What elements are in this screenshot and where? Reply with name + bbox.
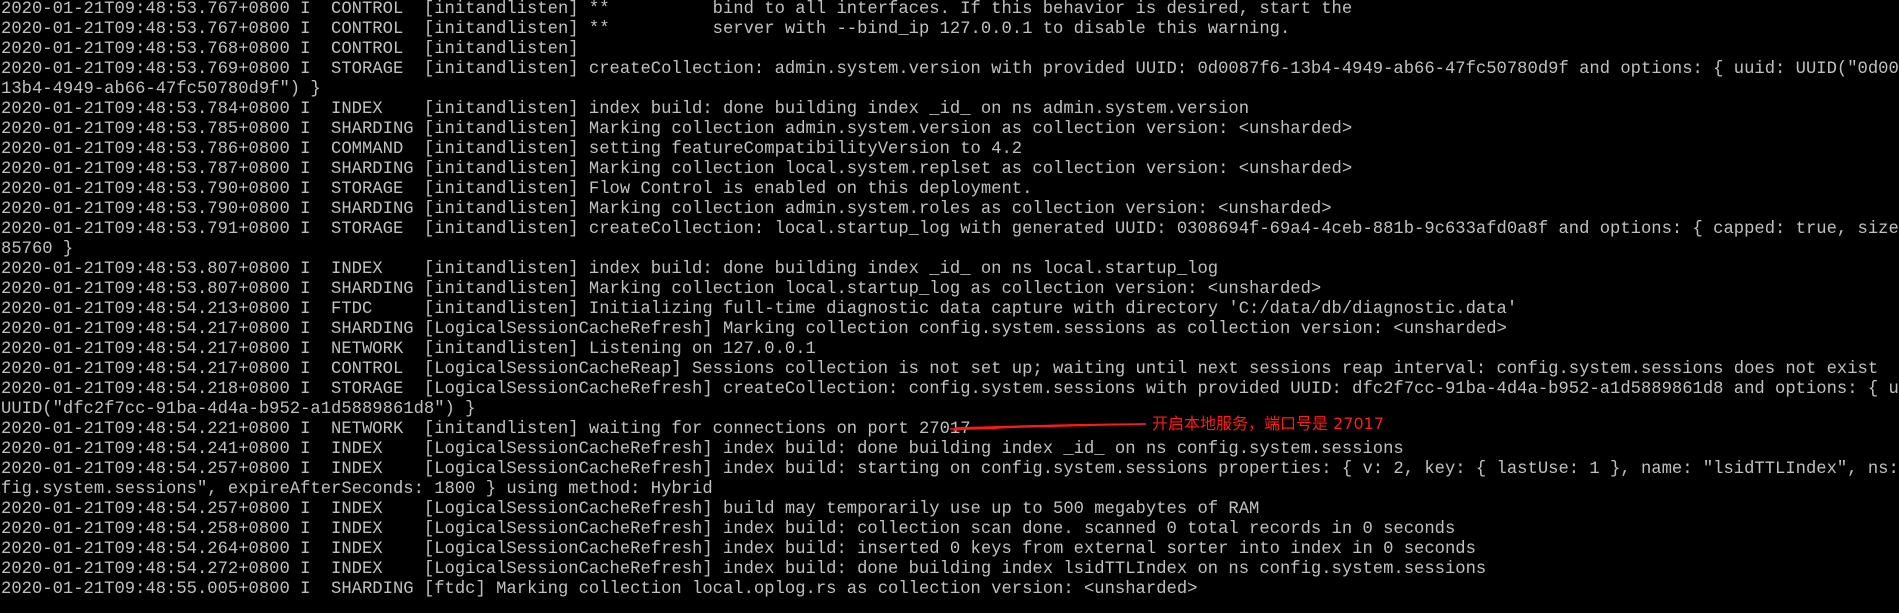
log-line: 2020-01-21T09:48:53.790+0800 I SHARDING … bbox=[1, 200, 1332, 219]
log-line: 2020-01-21T09:48:53.787+0800 I SHARDING … bbox=[1, 160, 1353, 179]
log-line: 2020-01-21T09:48:53.791+0800 I STORAGE [… bbox=[1, 220, 1899, 239]
log-line: 2020-01-21T09:48:54.217+0800 I NETWORK [… bbox=[1, 340, 816, 359]
log-line: 2020-01-21T09:48:53.767+0800 I CONTROL [… bbox=[1, 0, 1353, 19]
log-line: 85760 } bbox=[1, 240, 74, 259]
log-line: 2020-01-21T09:48:54.241+0800 I INDEX [Lo… bbox=[1, 440, 1404, 459]
log-line: 2020-01-21T09:48:54.213+0800 I FTDC [ini… bbox=[1, 300, 1518, 319]
log-line: 2020-01-21T09:48:53.807+0800 I SHARDING … bbox=[1, 280, 1322, 299]
log-line: 2020-01-21T09:48:54.272+0800 I INDEX [Lo… bbox=[1, 560, 1487, 579]
log-line: 2020-01-21T09:48:53.784+0800 I INDEX [in… bbox=[1, 100, 1250, 119]
log-line: 2020-01-21T09:48:54.217+0800 I SHARDING … bbox=[1, 320, 1507, 339]
log-line: 2020-01-21T09:48:53.790+0800 I STORAGE [… bbox=[1, 180, 1033, 199]
log-line: 2020-01-21T09:48:54.258+0800 I INDEX [Lo… bbox=[1, 520, 1456, 539]
log-line: 2020-01-21T09:48:53.785+0800 I SHARDING … bbox=[1, 120, 1353, 139]
annotation-label: 开启本地服务，端口号是 27017 bbox=[1152, 414, 1384, 433]
log-line: 2020-01-21T09:48:53.768+0800 I CONTROL [… bbox=[1, 40, 579, 59]
log-line: 2020-01-21T09:48:53.786+0800 I COMMAND [… bbox=[1, 140, 1023, 159]
log-line: 2020-01-21T09:48:55.005+0800 I SHARDING … bbox=[1, 580, 1198, 599]
terminal-window[interactable]: 2020-01-21T09:48:53.767+0800 I CONTROL [… bbox=[0, 0, 1899, 613]
log-line: 2020-01-21T09:48:54.264+0800 I INDEX [Lo… bbox=[1, 540, 1476, 559]
log-line: 2020-01-21T09:48:54.218+0800 I STORAGE [… bbox=[1, 380, 1899, 399]
log-line: fig.system.sessions", expireAfterSeconds… bbox=[1, 480, 713, 499]
log-line: 2020-01-21T09:48:53.769+0800 I STORAGE [… bbox=[1, 60, 1899, 79]
log-line: 13b4-4949-ab66-47fc50780d9f") } bbox=[1, 80, 321, 99]
log-line: 2020-01-21T09:48:54.257+0800 I INDEX [Lo… bbox=[1, 460, 1899, 479]
log-line: 2020-01-21T09:48:53.767+0800 I CONTROL [… bbox=[1, 20, 1291, 39]
log-line: 2020-01-21T09:48:54.221+0800 I NETWORK [… bbox=[1, 420, 971, 439]
log-line: UUID("dfc2f7cc-91ba-4d4a-b952-a1d5889861… bbox=[1, 400, 476, 419]
log-line: 2020-01-21T09:48:53.807+0800 I INDEX [in… bbox=[1, 260, 1219, 279]
log-line: 2020-01-21T09:48:54.217+0800 I CONTROL [… bbox=[1, 360, 1879, 379]
log-line: 2020-01-21T09:48:54.257+0800 I INDEX [Lo… bbox=[1, 500, 1260, 519]
